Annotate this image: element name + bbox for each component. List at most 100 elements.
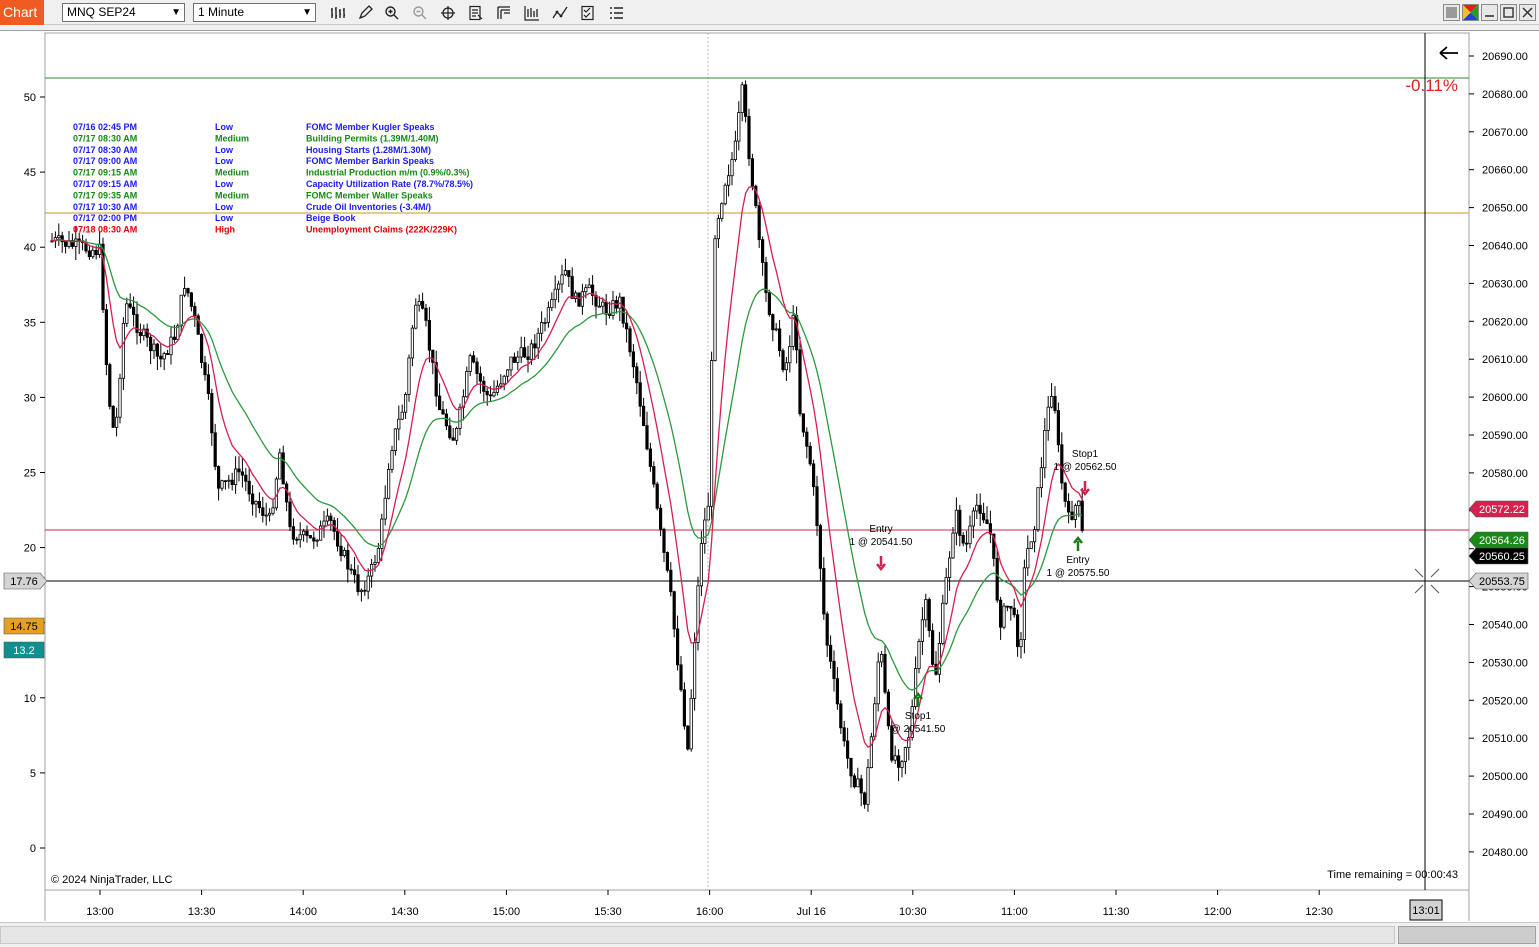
price-tick-label: 20540.00 — [1482, 620, 1528, 632]
candle-body — [193, 306, 197, 317]
candle-body — [393, 428, 398, 451]
candle-body — [131, 306, 136, 315]
candle-body — [1019, 639, 1023, 648]
candle-body — [876, 661, 880, 705]
candle-body — [839, 703, 843, 729]
candle-body — [454, 427, 459, 441]
candle-body — [159, 355, 163, 360]
color-link-icon[interactable] — [1462, 4, 1479, 21]
candle-body — [927, 599, 931, 631]
left-tick-label: 35 — [24, 317, 36, 329]
candle-body — [301, 530, 306, 536]
candle-body — [172, 336, 176, 340]
zoom-out-icon[interactable] — [410, 3, 430, 22]
price-axis[interactable]: 20690.00 20680.00 20670.00 20660.00 20650.00… — [1469, 51, 1528, 859]
time-tick-label: 13:00 — [86, 906, 114, 918]
candle-body — [128, 303, 132, 308]
candle-body — [784, 362, 789, 371]
time-axis[interactable]: 13:00 13:30 14:00 14:30 15:00 15:30 16:00 Jul 1… — [86, 890, 1333, 918]
candle-body — [560, 274, 564, 285]
candle-body — [597, 305, 602, 308]
candle-body — [720, 203, 724, 219]
candle-body — [118, 377, 122, 418]
candle-body — [138, 332, 142, 336]
candle-body — [900, 761, 904, 768]
candle-body — [1067, 500, 1071, 513]
properties-icon[interactable] — [466, 3, 486, 22]
horizontal-scrollbar[interactable] — [0, 926, 1395, 944]
candle-body — [710, 360, 714, 507]
candle-body — [648, 448, 653, 467]
event-time: 07/17 09:00 AM — [73, 156, 137, 166]
bar-type-icon[interactable] — [328, 3, 348, 22]
time-tick-label: 10:30 — [899, 906, 927, 918]
candle-body — [199, 333, 204, 363]
instrument-selector[interactable]: MNQ SEP24 ▼ — [62, 3, 185, 22]
candle-body — [386, 469, 391, 499]
left-tick-label: 5 — [30, 768, 36, 780]
event-row: 07/17 10:30 AM Low Crude Oil Inventories (… — [73, 202, 431, 212]
candle-body — [727, 175, 731, 186]
event-name: Capacity Utilization Rate (78.7%/78.5%) — [306, 179, 473, 189]
chart-panel[interactable]: 50454035302520151050 20690.0020680.00206… — [0, 30, 1539, 922]
back-arrow-icon[interactable] — [1439, 46, 1458, 60]
event-row: 07/18 08:30 AM High Unemployment Claims (2… — [73, 225, 457, 235]
pencil-drawing-icon[interactable] — [355, 3, 375, 22]
candle-body — [233, 468, 238, 485]
interval-value: 1 Minute — [198, 5, 245, 19]
price-tick-label: 20670.00 — [1482, 127, 1528, 139]
copyright-text: © 2024 NinjaTrader, LLC — [51, 874, 172, 886]
event-impact: High — [215, 225, 235, 235]
candle-body — [335, 530, 340, 547]
close-icon[interactable] — [1519, 4, 1536, 21]
candle-body — [822, 567, 826, 615]
crosshair-icon[interactable] — [438, 3, 458, 22]
event-name: Beige Book — [306, 213, 357, 223]
candle-body — [210, 393, 214, 434]
trade-detail: @ 20541.50 — [891, 724, 946, 735]
minimize-icon[interactable] — [1481, 4, 1498, 21]
candle-body — [352, 569, 357, 576]
candle-body — [1063, 482, 1067, 502]
candle-body — [757, 205, 761, 241]
time-tick-label: 16:00 — [696, 906, 724, 918]
candle-body — [835, 678, 840, 705]
candle-body — [730, 159, 734, 177]
indicators-icon[interactable] — [550, 3, 570, 22]
zoom-in-icon[interactable] — [382, 3, 402, 22]
time-tick-label: Jul 16 — [797, 906, 826, 918]
candle-body — [346, 549, 350, 570]
candle-body — [553, 288, 557, 301]
candle-body — [645, 425, 649, 450]
candle-body — [886, 691, 891, 727]
maximize-icon[interactable] — [1500, 4, 1517, 21]
candle-body — [577, 292, 581, 307]
candle-body — [557, 283, 561, 290]
candle-body — [1050, 396, 1054, 408]
candle-body — [152, 343, 156, 352]
interval-selector[interactable]: 1 Minute ▼ — [193, 3, 316, 22]
strategies-icon[interactable] — [578, 3, 598, 22]
candle-body — [499, 383, 503, 387]
candle-body — [444, 413, 449, 427]
trade-label: Stop1 @ 20541.50 — [891, 691, 946, 735]
chart-tab[interactable]: Chart — [0, 0, 44, 25]
economic-events-table: 07/16 02:45 PM Low FOMC Member Kugler Spea… — [73, 122, 473, 235]
candle-body — [570, 276, 574, 299]
candle-body — [182, 288, 187, 296]
templates-icon[interactable] — [494, 3, 514, 22]
candle-body — [295, 538, 299, 541]
scrollbar-thumb[interactable] — [1398, 926, 1536, 944]
gray-tile-icon[interactable] — [1443, 4, 1460, 21]
candle-body — [808, 445, 812, 465]
candle-body — [329, 515, 333, 521]
data-series-icon[interactable] — [522, 3, 542, 22]
list-menu-icon[interactable] — [606, 3, 626, 22]
candle-body — [162, 353, 166, 360]
candle-body — [975, 504, 979, 512]
candle-body — [186, 288, 190, 294]
candle-body — [951, 532, 955, 559]
price-chart[interactable]: 50454035302520151050 20690.0020680.00206… — [0, 31, 1539, 923]
candle-body — [985, 519, 989, 525]
candle-body — [642, 405, 646, 426]
